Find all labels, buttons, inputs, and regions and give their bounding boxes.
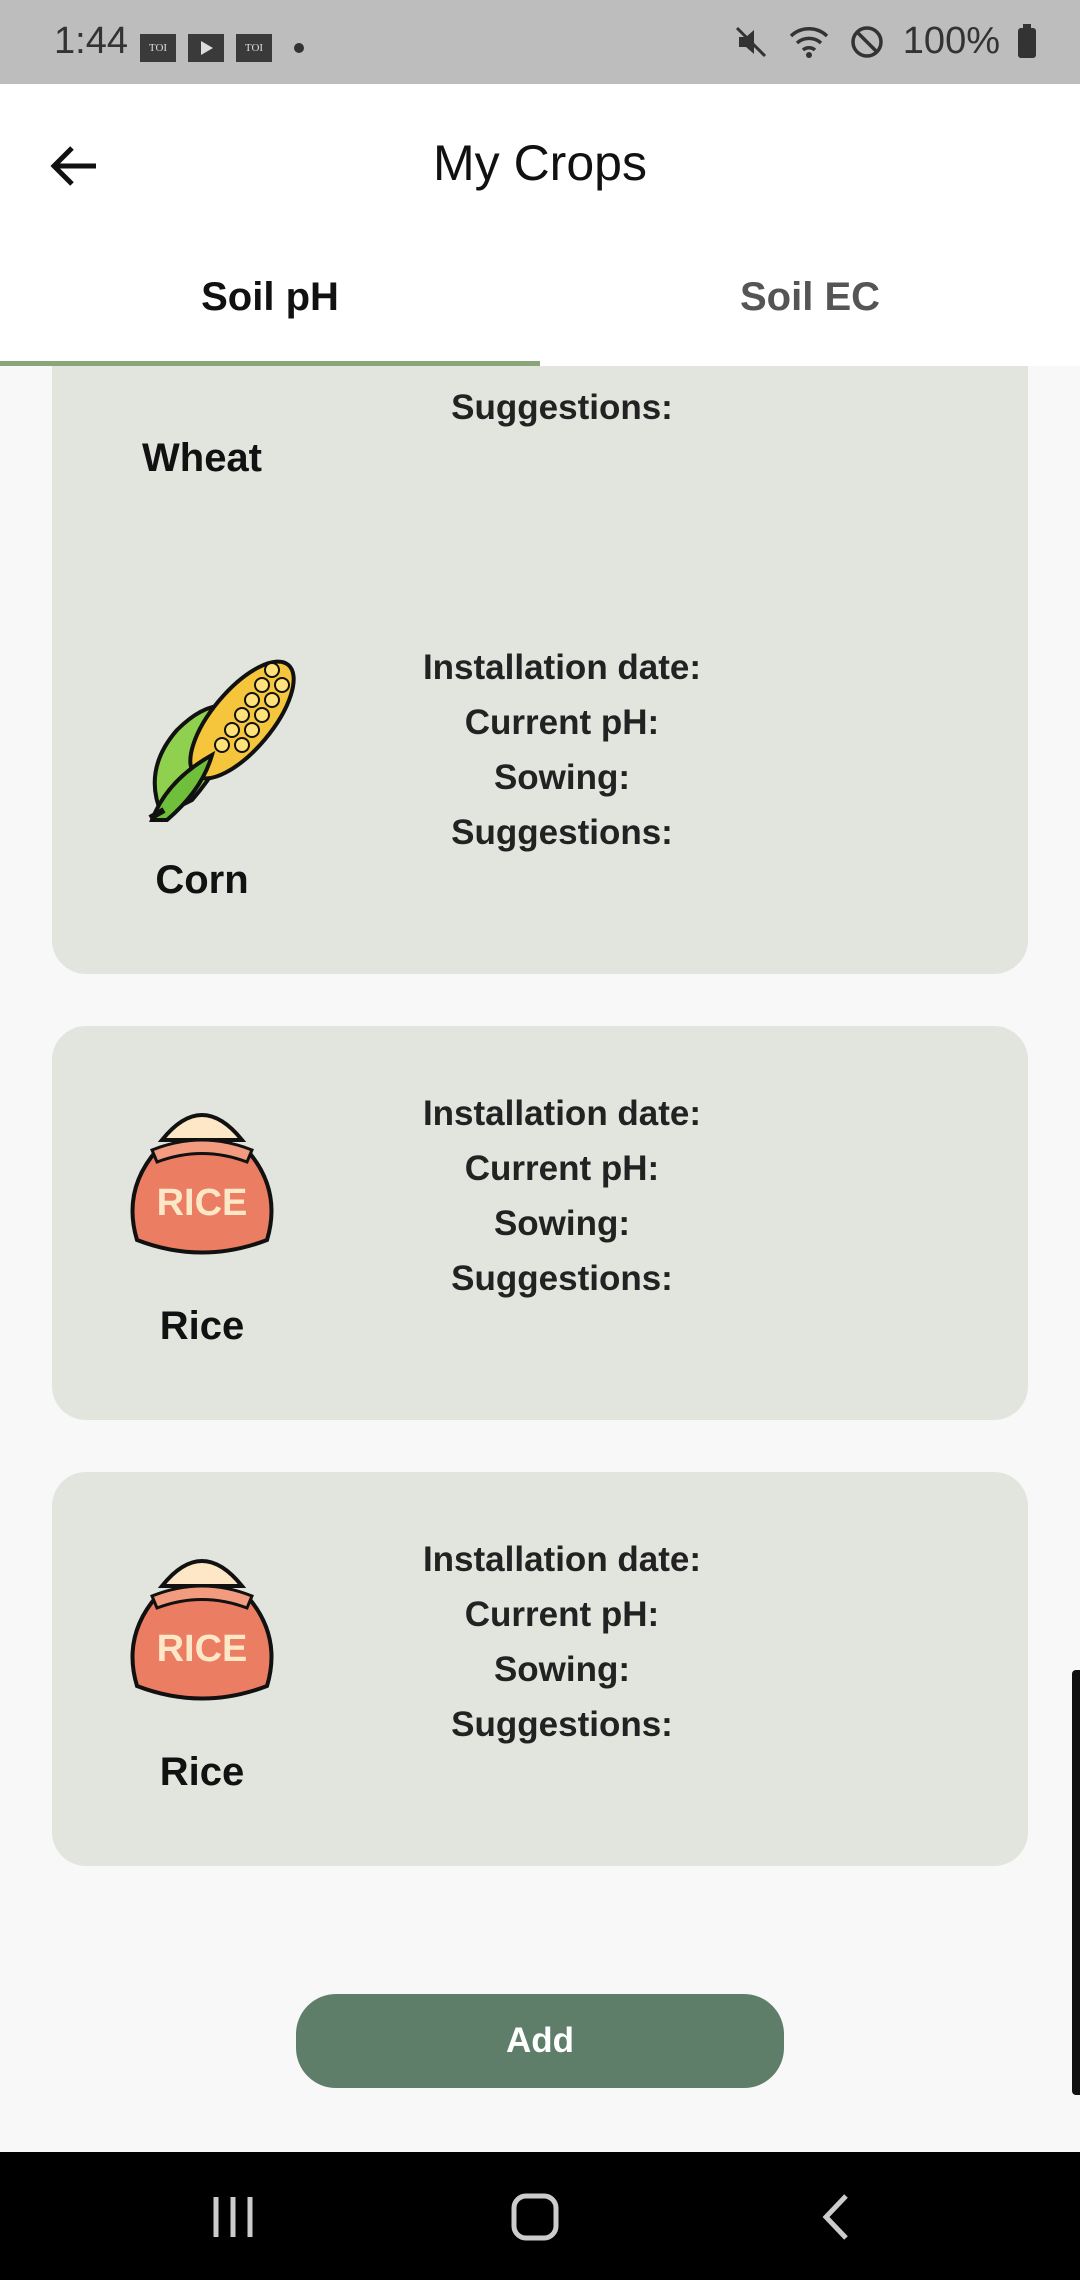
sowing-label: Sowing: xyxy=(493,1204,631,1243)
suggestions-label: Suggestions: xyxy=(451,1259,673,1298)
crop-card-rice[interactable]: RICE Rice Installation date: Current pH:… xyxy=(52,1472,1028,1866)
corn-icon xyxy=(148,659,296,822)
do-not-disturb-icon xyxy=(851,25,883,58)
crop-info: Installation date: Current pH: Sowing: S… xyxy=(372,640,752,860)
tab-soil-ph[interactable]: Soil pH xyxy=(0,272,540,366)
wifi-icon xyxy=(789,26,829,58)
crop-card-corn[interactable]: Corn Installation date: Current pH: Sowi… xyxy=(52,580,1028,974)
add-button[interactable]: Add xyxy=(296,1994,784,2088)
tab-bar: Soil pH Soil EC xyxy=(0,272,1080,366)
suggestions-label: Suggestions: xyxy=(451,813,673,852)
rice-sack-icon: RICE xyxy=(130,1113,274,1255)
toi-notification-icon: TOI xyxy=(140,34,176,62)
installation-date-label: Installation date: xyxy=(422,1094,702,1133)
crop-info: Installation date: Current pH: Sowing: S… xyxy=(372,1086,752,1306)
crop-name: Rice xyxy=(159,1304,245,1348)
mute-icon xyxy=(735,26,766,57)
page-title: My Crops xyxy=(433,135,647,191)
installation-date-label: Installation date: xyxy=(422,648,702,687)
current-ph-label: Current pH: xyxy=(464,1595,660,1634)
back-nav-button[interactable] xyxy=(802,2182,872,2252)
rice-sack-text: RICE xyxy=(157,1628,248,1670)
sowing-label: Sowing: xyxy=(493,1650,631,1689)
recent-apps-icon xyxy=(213,2197,253,2237)
suggestions-label: Suggestions: xyxy=(451,388,673,427)
installation-date-label: Installation date: xyxy=(422,1540,702,1579)
notification-icons: TOI TOI xyxy=(140,34,304,62)
crop-info: Suggestions: xyxy=(372,380,752,435)
crop-card-rice[interactable]: RICE Rice Installation date: Current pH:… xyxy=(52,1026,1028,1420)
status-bar: 1:44 TOI TOI 100% xyxy=(0,0,1080,84)
youtube-icon xyxy=(188,34,224,62)
battery-icon xyxy=(1018,23,1036,58)
current-ph-label: Current pH: xyxy=(464,1149,660,1188)
crop-name: Rice xyxy=(159,1750,245,1794)
toi-notification-icon: TOI xyxy=(236,34,272,62)
sowing-label: Sowing: xyxy=(493,758,631,797)
status-right: 100% xyxy=(733,20,1036,63)
scrollbar[interactable] xyxy=(1072,1670,1080,2095)
crop-info: Installation date: Current pH: Sowing: S… xyxy=(372,1532,752,1752)
rice-sack-icon: RICE xyxy=(130,1559,274,1701)
home-icon xyxy=(511,2193,559,2241)
crop-name: Wheat xyxy=(142,436,262,480)
system-nav-bar xyxy=(0,2152,1080,2280)
more-notifications-dot xyxy=(294,43,304,53)
app-header: My Crops Soil pH Soil EC xyxy=(0,84,1080,366)
wheat-icon xyxy=(108,366,338,396)
rice-sack-text: RICE xyxy=(157,1182,248,1224)
crop-name: Corn xyxy=(155,858,249,902)
status-time: 1:44 xyxy=(54,20,128,62)
recent-apps-button[interactable] xyxy=(198,2182,268,2252)
crop-list[interactable]: Wheat Suggestions: Corn Installation dat… xyxy=(0,366,1080,1948)
back-chevron-icon xyxy=(822,2194,848,2240)
suggestions-label: Suggestions: xyxy=(451,1705,673,1744)
current-ph-label: Current pH: xyxy=(464,703,660,742)
tab-soil-ec[interactable]: Soil EC xyxy=(540,272,1080,366)
battery-percent: 100% xyxy=(902,20,1000,62)
home-button[interactable] xyxy=(500,2182,570,2252)
